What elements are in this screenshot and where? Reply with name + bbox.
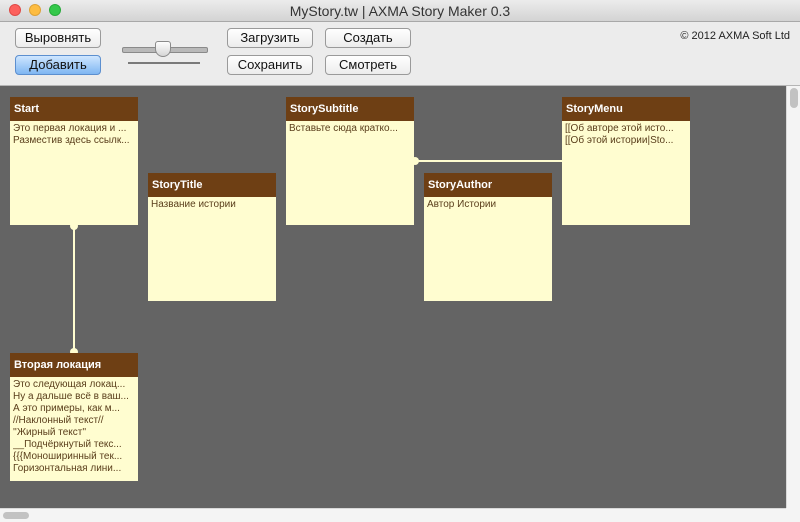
passage-line: Вставьте сюда кратко... [289,123,398,134]
passage-text: Это следующая локац... Ну а дальше всё в… [10,377,138,477]
title-bar: MyStory.tw | AXMA Story Maker 0.3 [0,0,800,22]
passage-line: Это следующая локац... [13,379,126,390]
passage-line: Название истории [151,199,236,210]
passage-text: Название истории [148,197,276,213]
passage-card-storyauthor[interactable]: StoryAuthor Автор Истории [424,173,552,301]
copyright-text: © 2012 AXMA Soft Ltd [680,30,790,42]
passage-line: А это примеры, как м... [13,403,120,414]
passage-line: [[Об авторе этой исто... [565,123,674,134]
passage-card-start[interactable]: Start Это первая локация и ... Разместив… [10,97,138,225]
passage-line: Ну а дальше всё в ваш... [13,391,129,402]
passage-title: Start [10,97,138,121]
passage-line: ''Жирный текст'' [13,427,87,438]
passage-line: Горизонтальная лини... [13,463,122,474]
passage-line: Разместив здесь ссылк... [13,135,130,146]
toolbar: Выровнять Добавить Загрузить Сохранить С… [0,22,800,86]
passage-text: Это первая локация и ... Разместив здесь… [10,121,138,149]
passage-line: //Наклонный текст// [13,415,104,426]
load-button[interactable]: Загрузить [227,28,313,48]
passage-line: __Подчёркнутый текс... [13,439,122,450]
passage-card-second-location[interactable]: Вторая локация Это следующая локац... Ну… [10,353,138,481]
view-button[interactable]: Смотреть [325,55,411,75]
passage-title: StoryTitle [148,173,276,197]
create-button[interactable]: Создать [325,28,411,48]
passage-line: [[Об этой истории|Sto... [565,135,674,146]
horizontal-scroll-thumb[interactable] [3,512,29,519]
zoom-slider-base [128,62,200,64]
passage-text: Вставьте сюда кратко... [286,121,414,137]
passage-line: {{{Моноширинный тек... [13,451,123,462]
passage-line: Это первая локация и ... [13,123,127,134]
window-title: MyStory.tw | AXMA Story Maker 0.3 [289,3,511,19]
passage-card-storysubtitle[interactable]: StorySubtitle Вставьте сюда кратко... [286,97,414,225]
passage-line: Автор Истории [427,199,497,210]
passage-title: StoryMenu [562,97,690,121]
passage-text: [[Об авторе этой исто... [[Об этой истор… [562,121,690,149]
passage-card-storytitle[interactable]: StoryTitle Название истории [148,173,276,301]
passage-title: Вторая локация [10,353,138,377]
horizontal-scrollbar[interactable] [0,508,786,522]
vertical-scrollbar[interactable] [786,86,800,508]
vertical-scroll-thumb[interactable] [790,88,798,108]
passage-text: Автор Истории [424,197,552,213]
add-button[interactable]: Добавить [15,55,101,75]
passage-title: StoryAuthor [424,173,552,197]
save-button[interactable]: Сохранить [227,55,313,75]
story-canvas[interactable]: Start Это первая локация и ... Разместив… [0,86,786,508]
passage-title: StorySubtitle [286,97,414,121]
align-button[interactable]: Выровнять [15,28,101,48]
scroll-corner [786,508,800,522]
passage-card-storymenu[interactable]: StoryMenu [[Об авторе этой исто... [[Об … [562,97,690,225]
zoom-slider-thumb[interactable] [155,41,171,57]
